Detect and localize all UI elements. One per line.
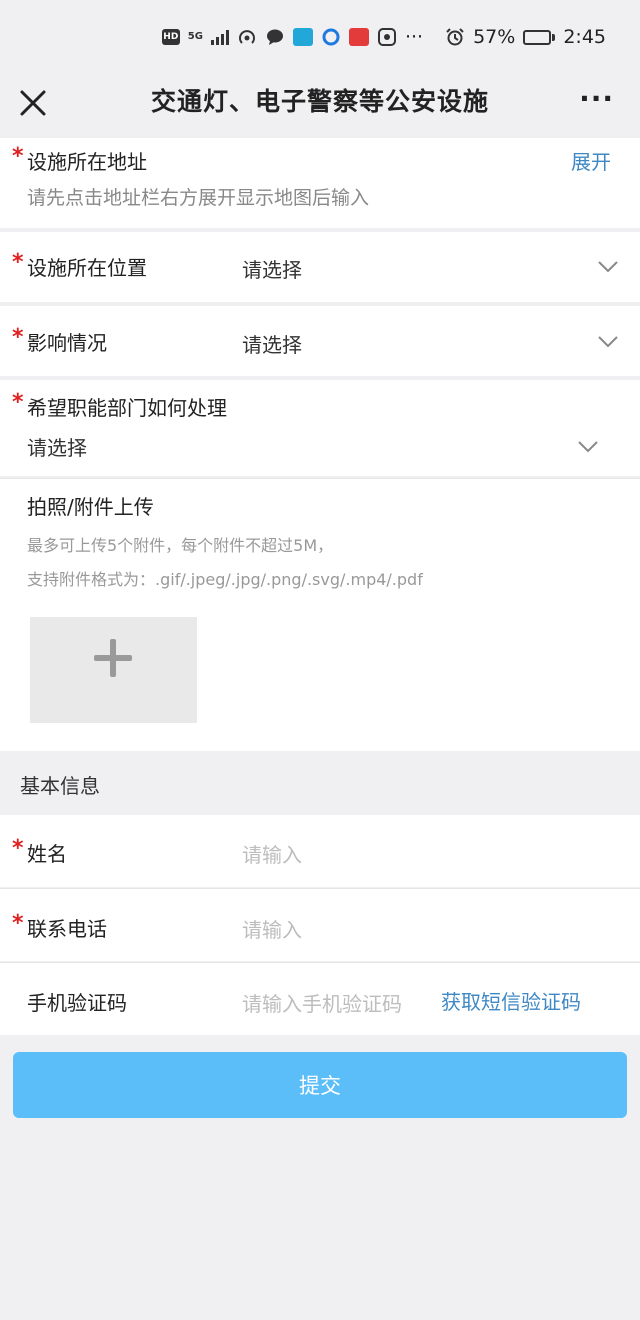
signal-icon xyxy=(210,29,229,45)
hotspot-icon xyxy=(239,30,255,44)
verification-code-row: 手机验证码 请输入手机验证码 获取短信验证码 xyxy=(0,963,640,1035)
page-title: 交通灯、电子警察等公安设施 xyxy=(150,87,489,116)
clock: 2:45 xyxy=(563,26,606,48)
required-mark: * xyxy=(12,836,24,861)
address-input[interactable]: 请先点击地址栏右方展开显示地图后输入 xyxy=(27,183,369,210)
handling-select[interactable]: * 希望职能部门如何处理 请选择 xyxy=(0,380,640,476)
name-input[interactable]: 请输入 xyxy=(242,839,302,868)
app-icon xyxy=(322,28,340,46)
hd-icon: HD xyxy=(161,29,180,45)
upload-hint-formats: 支持附件格式为：.gif/.jpeg/.jpg/.png/.svg/.mp4/.… xyxy=(27,570,423,589)
address-label: 设施所在地址 xyxy=(27,150,147,174)
add-attachment-button[interactable] xyxy=(30,617,197,723)
position-value: 请选择 xyxy=(242,258,302,282)
required-mark: * xyxy=(12,390,24,415)
handling-label: 希望职能部门如何处理 xyxy=(27,396,227,420)
more-menu-button[interactable]: ··· xyxy=(579,82,614,115)
phone-row: * 联系电话 请输入 xyxy=(0,889,640,961)
get-sms-code-button[interactable]: 获取短信验证码 xyxy=(441,986,581,1015)
upload-label: 拍照/附件上传 xyxy=(27,495,154,519)
submit-button[interactable]: 提交 xyxy=(13,1052,627,1118)
chevron-down-icon xyxy=(578,441,598,453)
expand-map-button[interactable]: 展开 xyxy=(571,146,611,175)
position-select[interactable]: * 设施所在位置 请选择 xyxy=(0,232,640,302)
required-mark: * xyxy=(12,911,24,936)
app-icon xyxy=(348,28,369,46)
alarm-icon xyxy=(446,28,464,46)
required-mark: * xyxy=(12,325,24,350)
handling-value: 请选择 xyxy=(27,436,87,460)
required-mark: * xyxy=(12,144,24,169)
required-mark: * xyxy=(12,250,24,275)
section-title: 基本信息 xyxy=(20,774,100,798)
impact-label: 影响情况 xyxy=(27,331,107,355)
battery-percent: 57% xyxy=(473,26,516,48)
chevron-down-icon xyxy=(598,336,618,348)
signal-label: 5G xyxy=(187,31,203,42)
app-icon xyxy=(292,28,313,46)
phone-label: 联系电话 xyxy=(27,917,107,941)
position-label: 设施所在位置 xyxy=(27,256,147,280)
nav-bar: 交通灯、电子警察等公安设施 ··· xyxy=(0,74,640,138)
address-section: * 设施所在地址 展开 请先点击地址栏右方展开显示地图后输入 xyxy=(0,138,640,228)
app-icon xyxy=(377,28,396,46)
phone-input[interactable]: 请输入 xyxy=(242,914,302,943)
message-icon xyxy=(266,29,283,45)
status-bar: HD 5G ··· 57% 2:45 xyxy=(0,0,640,74)
plus-icon xyxy=(110,639,116,677)
more-status-icon: ··· xyxy=(404,26,424,48)
battery-icon xyxy=(523,29,556,45)
verification-code-label: 手机验证码 xyxy=(27,991,127,1015)
name-row: * 姓名 请输入 xyxy=(0,815,640,887)
name-label: 姓名 xyxy=(27,842,67,866)
impact-value: 请选择 xyxy=(242,333,302,357)
upload-hint-limit: 最多可上传5个附件，每个附件不超过5M， xyxy=(27,536,334,555)
verification-code-input[interactable]: 请输入手机验证码 xyxy=(242,988,402,1017)
chevron-down-icon xyxy=(598,261,618,273)
impact-select[interactable]: * 影响情况 请选择 xyxy=(0,306,640,376)
